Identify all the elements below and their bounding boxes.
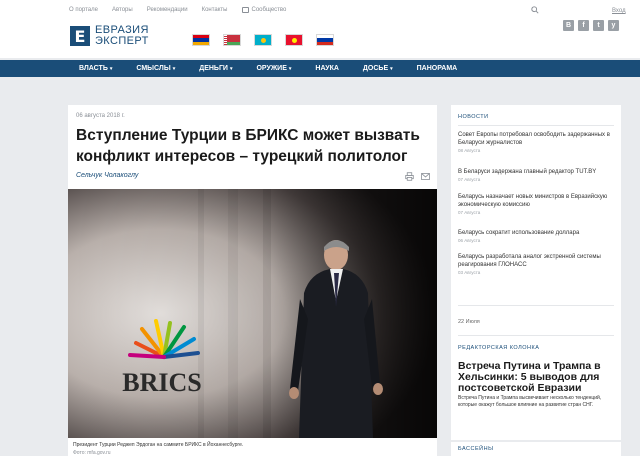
column-lead: Встреча Путина и Трампа высвечивает неск… [458, 395, 602, 408]
news-date: 07 Августа [458, 210, 481, 215]
top-link-about[interactable]: О портале [69, 7, 98, 13]
news-date: 07 Августа [458, 177, 481, 182]
vk-icon[interactable]: В [563, 20, 574, 31]
article-author[interactable]: Сельчук Чолакоглу [76, 172, 138, 179]
sidebar-bottom-block: БАССЕЙНЫ [451, 442, 621, 456]
site-header: О портале Авторы Рекомендации Контакты С… [0, 0, 640, 58]
photo-caption: Президент Турции Реджеп Эрдоган на самми… [73, 442, 244, 448]
nav-item-weapons[interactable]: ОРУЖИЕ ▾ [244, 60, 303, 77]
russia-flag[interactable] [316, 34, 334, 46]
search-icon[interactable] [531, 6, 539, 14]
nav-item-label: ВЛАСТЬ [79, 65, 108, 72]
article-card: 06 августа 2018 г. Вступление Турции в Б… [68, 105, 437, 456]
top-link-community-label: Сообщество [251, 7, 287, 13]
column-date: 22 Июля [458, 319, 480, 325]
article-photo: BRICS [68, 189, 437, 438]
news-item[interactable]: В Беларуси задержана главный редактор TU… [458, 168, 616, 182]
news-text: В Беларуси задержана главный редактор TU… [458, 169, 597, 175]
belarus-flag[interactable] [223, 34, 241, 46]
facebook-icon[interactable]: f [578, 20, 589, 31]
nav-item-label: СМЫСЛЫ [136, 65, 171, 72]
logo-text: ЕВРАЗИЯ ЭКСПЕРТ [95, 25, 149, 47]
pools-section-title: БАССЕЙНЫ [458, 446, 494, 452]
nav-item-panorama[interactable]: ПАНОРАМА [405, 60, 470, 77]
news-section-title: НОВОСТИ [458, 114, 489, 120]
news-text: Беларусь сократит использование доллара [458, 230, 580, 236]
top-link-community[interactable]: Сообщество [241, 7, 287, 13]
chevron-down-icon: ▾ [172, 65, 176, 72]
sidebar: НОВОСТИ Совет Европы потребовал освободи… [451, 105, 621, 440]
nav-item-label: ОРУЖИЕ [256, 65, 287, 72]
chevron-down-icon: ▾ [288, 65, 292, 72]
kazakhstan-flag[interactable] [254, 34, 272, 46]
print-icon[interactable] [405, 172, 414, 181]
brics-sign-text: BRICS [122, 368, 201, 397]
logo-line-2: ЭКСПЕРТ [95, 35, 149, 47]
country-flags [192, 34, 334, 46]
community-icon [241, 7, 249, 13]
news-item[interactable]: Беларусь назначает новых министров в Евр… [458, 193, 616, 215]
nav-item-label: ДОСЬЕ [362, 65, 389, 72]
article-headline: Вступление Турции в БРИКС может вызвать … [76, 127, 420, 165]
column-headline[interactable]: Встреча Путина и Трампа в Хельсинки: 5 в… [458, 361, 618, 394]
news-text: Совет Европы потребовал освободить задер… [458, 132, 610, 146]
chevron-down-icon: ▾ [229, 65, 233, 72]
top-links: О портале Авторы Рекомендации Контакты С… [69, 7, 286, 13]
article-photo-image: BRICS [68, 189, 437, 438]
divider [458, 305, 614, 306]
news-date: 03 Августа [458, 270, 481, 275]
youtube-icon[interactable]: y [608, 20, 619, 31]
news-item[interactable]: Беларусь разработала аналог экстренной с… [458, 253, 616, 275]
chevron-down-icon: ▾ [390, 65, 393, 72]
social-links: В f t y [563, 20, 619, 31]
article-date: 06 августа 2018 г. [76, 113, 125, 119]
news-date: 06 Августа [458, 238, 481, 243]
divider [458, 125, 614, 126]
column-section-title: РЕДАКТОРСКАЯ КОЛОНКА [458, 345, 540, 351]
site-logo[interactable]: Е ЕВРАЗИЯ ЭКСПЕРТ [70, 25, 149, 47]
nav-item-money[interactable]: ДЕНЬГИ ▾ [187, 60, 244, 77]
photo-credit: Фото: mfa.gov.ru [73, 450, 111, 456]
nav-item-power[interactable]: ВЛАСТЬ ▾ [67, 60, 124, 77]
news-date: 08 Августа [458, 148, 481, 153]
news-text: Беларусь назначает новых министров в Евр… [458, 194, 608, 208]
logo-mark: Е [70, 26, 90, 46]
top-link-authors[interactable]: Авторы [112, 7, 133, 13]
main-nav: ВЛАСТЬ ▾ СМЫСЛЫ ▾ ДЕНЬГИ ▾ ОРУЖИЕ ▾ НАУКА ДО… [0, 60, 640, 77]
nav-item-science[interactable]: НАУКА [303, 60, 351, 77]
top-link-contacts[interactable]: Контакты [202, 7, 228, 13]
top-link-recommendations[interactable]: Рекомендации [147, 7, 188, 13]
news-item[interactable]: Беларусь сократит использование доллара … [458, 229, 616, 243]
divider [458, 335, 614, 336]
login-link[interactable]: Вход [612, 8, 626, 14]
mail-icon[interactable] [421, 173, 430, 180]
news-item[interactable]: Совет Европы потребовал освободить задер… [458, 131, 616, 153]
armenia-flag[interactable] [192, 34, 210, 46]
nav-item-label: ПАНОРАМА [416, 65, 458, 72]
chevron-down-icon: ▾ [109, 65, 113, 72]
kyrgyzstan-flag[interactable] [285, 34, 303, 46]
nav-item-meanings[interactable]: СМЫСЛЫ ▾ [124, 60, 187, 77]
nav-item-label: НАУКА [315, 65, 339, 72]
twitter-icon[interactable]: t [593, 20, 604, 31]
news-text: Беларусь разработала аналог экстренной с… [458, 254, 601, 268]
nav-item-label: ДЕНЬГИ [199, 65, 228, 72]
nav-item-dossier[interactable]: ДОСЬЕ ▾ [351, 60, 405, 77]
